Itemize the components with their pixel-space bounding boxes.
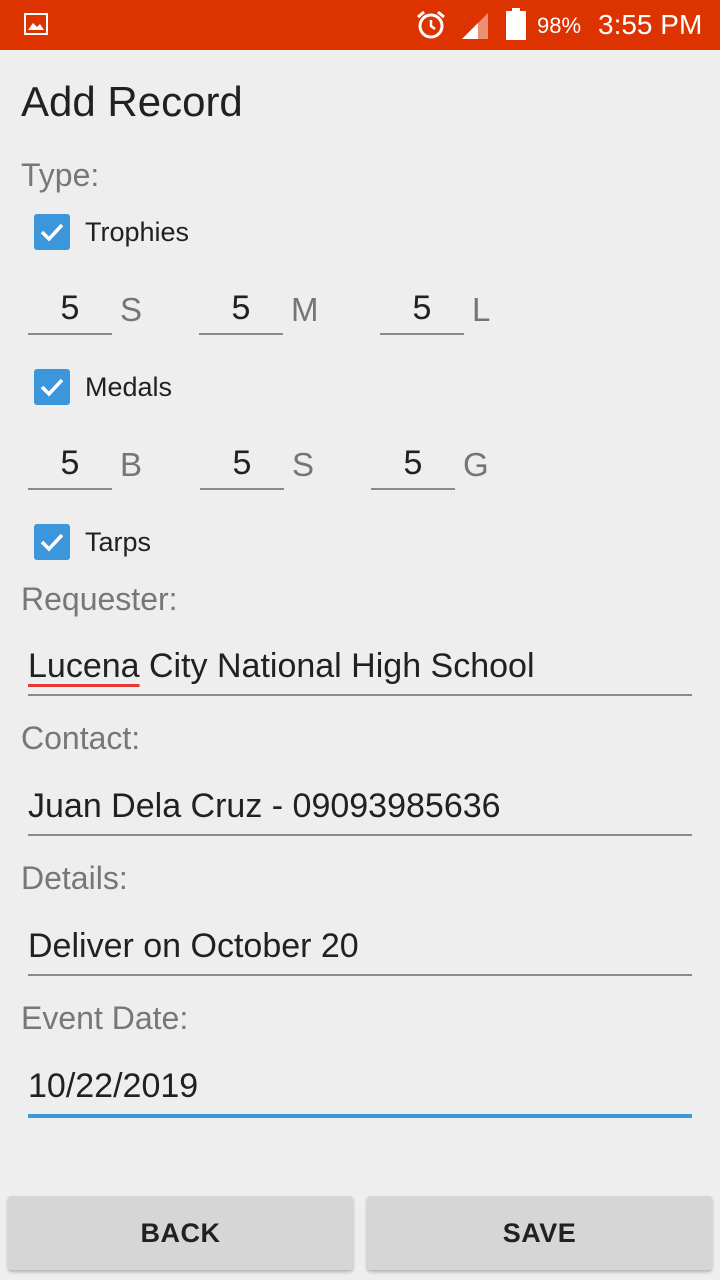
clock: 3:55 PM: [598, 9, 703, 40]
check-icon: [40, 223, 64, 242]
requester-input[interactable]: Lucena City National High School: [28, 640, 692, 696]
check-icon: [40, 378, 64, 397]
contact-input[interactable]: Juan Dela Cruz - 09093985636: [28, 780, 692, 836]
save-button[interactable]: SAVE: [367, 1196, 712, 1270]
signal-icon: [462, 13, 488, 39]
requester-label: Requester:: [21, 581, 178, 617]
battery-percent: 98%: [537, 13, 582, 38]
trophies-medium-label: M: [291, 291, 319, 328]
alarm-icon: [417, 10, 445, 39]
check-icon: [40, 533, 64, 552]
trophies-large-input[interactable]: 5: [380, 285, 464, 335]
trophies-large-label: L: [472, 291, 491, 328]
trophies-checkbox[interactable]: [34, 214, 70, 250]
event-date-input[interactable]: 10/22/2019: [28, 1060, 692, 1118]
trophies-small-label: S: [120, 291, 143, 328]
medals-checkbox[interactable]: [34, 369, 70, 405]
type-label: Type:: [21, 157, 100, 193]
page-title: Add Record: [21, 78, 243, 125]
details-input[interactable]: Deliver on October 20: [28, 920, 692, 976]
status-bar: 98% 3:55 PM: [0, 0, 720, 50]
battery-icon: [506, 8, 526, 40]
event-date-label: Event Date:: [21, 1000, 189, 1036]
medals-gold-input[interactable]: 5: [371, 440, 455, 490]
gallery-icon: [24, 13, 48, 35]
misspelled-word: Lucena: [28, 647, 140, 685]
medals-silver-input[interactable]: 5: [200, 440, 284, 490]
medals-checkbox-row[interactable]: Medals: [34, 367, 172, 407]
trophies-small-input[interactable]: 5: [28, 285, 112, 335]
trophies-checkbox-row[interactable]: Trophies: [34, 212, 189, 252]
medals-label: Medals: [85, 371, 173, 402]
tarps-label: Tarps: [85, 526, 152, 557]
requester-value: City National High School: [139, 647, 535, 685]
medals-gold-label: G: [463, 446, 489, 483]
back-button[interactable]: BACK: [8, 1196, 353, 1270]
trophies-label: Trophies: [85, 216, 190, 247]
trophies-medium-input[interactable]: 5: [199, 285, 283, 335]
details-label: Details:: [21, 860, 128, 896]
medals-bronze-input[interactable]: 5: [28, 440, 112, 490]
medals-bronze-label: B: [120, 446, 143, 483]
medals-silver-label: S: [292, 446, 315, 483]
contact-label: Contact:: [21, 720, 141, 756]
tarps-checkbox[interactable]: [34, 524, 70, 560]
tarps-checkbox-row[interactable]: Tarps: [34, 522, 151, 562]
